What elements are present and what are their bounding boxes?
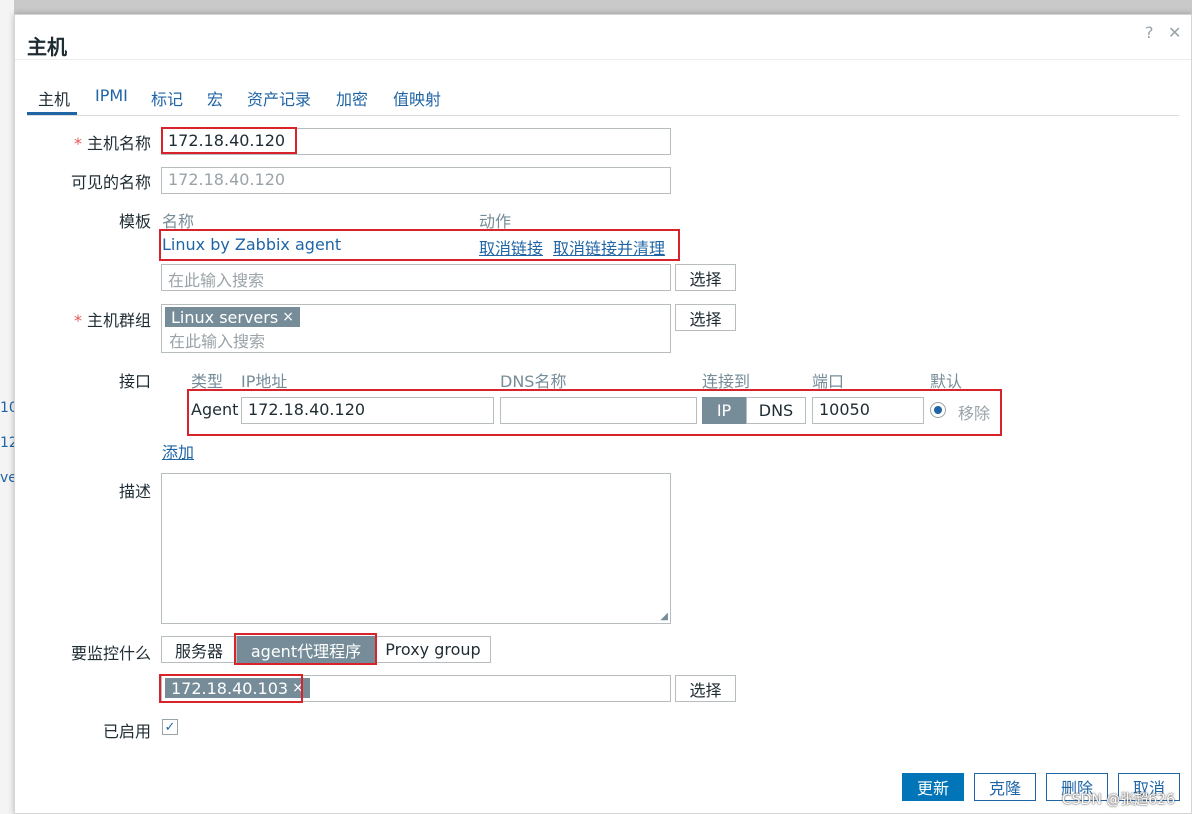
- remove-tag-icon[interactable]: ×: [282, 309, 294, 325]
- required-mark: *: [73, 134, 82, 153]
- close-icon[interactable]: ✕: [1168, 23, 1181, 42]
- template-select-button[interactable]: 选择: [675, 264, 736, 291]
- annotation-highlight: [159, 674, 303, 703]
- host-dialog: 主机 ? ✕ 主机 IPMI 标记 宏 资产记录 加密 值映射 * 主机名称 17…: [14, 14, 1192, 814]
- tab-encryption[interactable]: 加密: [336, 86, 368, 110]
- template-search-input[interactable]: 在此输入搜索: [161, 264, 671, 291]
- active-tab-indicator: [27, 112, 77, 115]
- check-icon: ✓: [164, 719, 176, 735]
- host-groups-label: * 主机群组: [73, 311, 151, 330]
- monitored-by-proxy-group-option[interactable]: Proxy group: [375, 636, 491, 663]
- annotation-highlight: [187, 389, 1002, 436]
- visible-name-input[interactable]: 172.18.40.120: [161, 167, 671, 194]
- tabs-divider: [27, 115, 1179, 116]
- proxy-select-button[interactable]: 选择: [675, 675, 736, 702]
- tab-tags[interactable]: 标记: [151, 86, 183, 110]
- help-icon[interactable]: ?: [1145, 23, 1154, 42]
- description-textarea[interactable]: ◢: [161, 473, 671, 624]
- visible-name-label: 可见的名称: [70, 173, 151, 192]
- host-groups-select-button[interactable]: 选择: [675, 304, 736, 331]
- dialog-title: 主机: [27, 35, 67, 59]
- header-divider: [15, 59, 1191, 60]
- annotation-highlight: [159, 229, 680, 261]
- enabled-label: 已启用: [102, 722, 151, 741]
- watermark: CSDN @张超626: [1061, 792, 1175, 808]
- tab-host[interactable]: 主机: [38, 86, 70, 110]
- monitored-by-server-option[interactable]: 服务器: [161, 636, 237, 663]
- annotation-highlight: [161, 127, 297, 154]
- tab-ipmi[interactable]: IPMI: [95, 86, 128, 105]
- tab-value-mapping[interactable]: 值映射: [393, 86, 441, 110]
- update-button[interactable]: 更新: [902, 773, 964, 801]
- resize-handle-icon[interactable]: ◢: [660, 611, 668, 622]
- host-group-tag: Linux servers ×: [165, 307, 300, 327]
- clone-button[interactable]: 克隆: [974, 773, 1036, 801]
- host-name-label: * 主机名称: [73, 134, 151, 153]
- required-mark: *: [73, 311, 82, 330]
- add-interface-link[interactable]: 添加: [162, 439, 194, 463]
- enabled-checkbox[interactable]: ✓: [162, 719, 178, 735]
- description-label: 描述: [118, 482, 151, 501]
- host-groups-multiselect[interactable]: Linux servers × 在此输入搜索: [161, 304, 671, 353]
- tab-inventory[interactable]: 资产记录: [247, 86, 311, 110]
- interfaces-label: 接口: [118, 372, 151, 391]
- tab-macros[interactable]: 宏: [207, 86, 223, 110]
- templates-label: 模板: [118, 212, 151, 231]
- host-groups-search-placeholder: 在此输入搜索: [169, 332, 266, 351]
- annotation-highlight: [234, 633, 377, 665]
- monitored-by-label: 要监控什么: [70, 644, 151, 663]
